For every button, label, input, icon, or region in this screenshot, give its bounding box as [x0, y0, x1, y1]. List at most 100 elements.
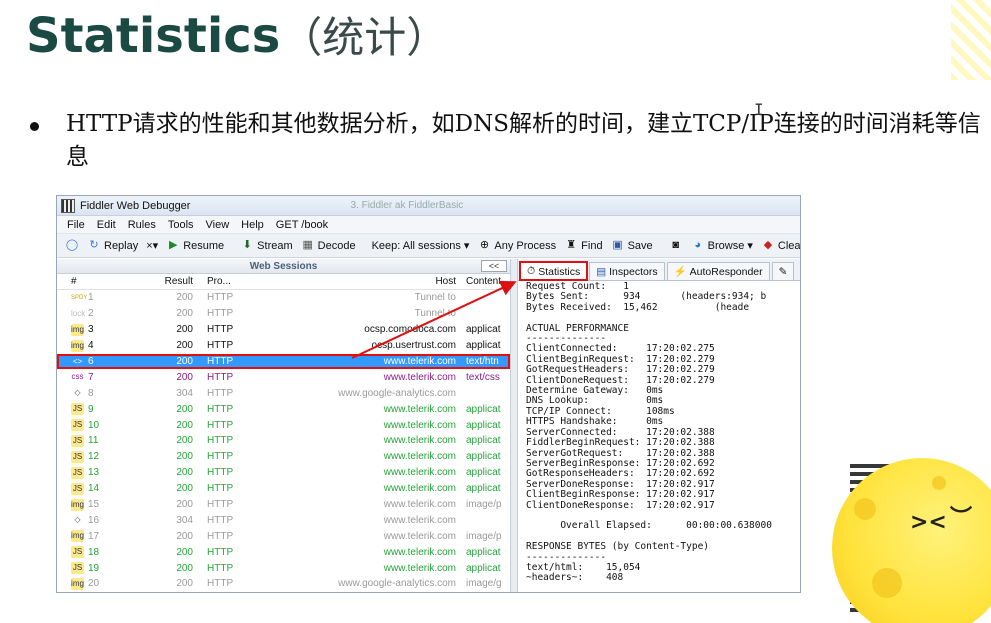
comment-icon: ◯ [65, 239, 79, 251]
menu-rules[interactable]: Rules [128, 219, 156, 231]
pane-splitter[interactable] [510, 259, 518, 592]
tab-autoresponder[interactable]: ⚡ AutoResponder [666, 262, 770, 280]
session-row[interactable]: ◇ 8 304 HTTP www.google-analytics.com [57, 385, 510, 401]
collapse-button[interactable]: << [481, 260, 507, 272]
session-num: 2 [88, 308, 94, 320]
tab-statistics-label: Statistics [538, 265, 581, 278]
composer-icon: ✎ [778, 265, 788, 278]
remove-button[interactable]: ×▾ [146, 239, 158, 252]
replay-label: Replay [104, 239, 139, 252]
session-row[interactable]: SPDY 1 200 HTTP Tunnel to [57, 290, 510, 306]
session-row[interactable]: img 4 200 HTTP ocsp.usertrust.com applicat [57, 338, 510, 354]
session-num-cell: ◇ 16 [57, 514, 149, 526]
session-row[interactable]: img 17 200 HTTP www.telerik.com image/p [57, 528, 510, 544]
details-pane: ⏱ Statistics ▤ Inspectors ⚡ AutoResponder ✎… [518, 259, 800, 592]
col-content-type[interactable]: Content [462, 276, 510, 287]
session-row[interactable]: ◇ 16 304 HTTP www.telerik.com [57, 512, 510, 528]
session-host: Tunnel to [414, 292, 456, 304]
session-num: 4 [88, 340, 94, 352]
col-result[interactable]: Result [149, 276, 199, 287]
session-protocol: HTTP [207, 324, 234, 336]
session-row[interactable]: lock 2 200 HTTP Tunnel to [57, 306, 510, 322]
session-row[interactable]: css 7 200 HTTP www.telerik.com text/css [57, 369, 510, 385]
session-row[interactable]: img 20 200 HTTP www.google-analytics.com imag… [57, 576, 510, 592]
session-result: 304 [176, 387, 193, 399]
details-tabs: ⏱ Statistics ▤ Inspectors ⚡ AutoResponder ✎ [518, 259, 800, 281]
session-row[interactable]: JS 14 200 HTTP www.telerik.com applicat [57, 481, 510, 497]
replay-icon: ↻ [89, 239, 99, 251]
tab-statistics[interactable]: ⏱ Statistics [518, 261, 589, 281]
session-result: 200 [176, 356, 193, 367]
session-type-icon: lock [71, 308, 86, 318]
session-type-icon: JS [71, 546, 84, 559]
session-protocol: HTTP [207, 308, 234, 320]
session-result: 200 [176, 435, 193, 447]
find-button[interactable]: ♜ Find [564, 239, 602, 252]
replay-button[interactable]: ↻ Replay [87, 239, 138, 252]
moon-crater [932, 476, 946, 490]
decode-button[interactable]: ▦ Decode [301, 239, 355, 252]
session-num: 12 [88, 451, 100, 463]
session-row[interactable]: JS 11 200 HTTP www.telerik.com applicat [57, 433, 510, 449]
session-content-type: image/g [466, 578, 502, 590]
tab-autoresponder-label: AutoResponder [689, 265, 763, 278]
menu-tools[interactable]: Tools [168, 219, 194, 231]
session-row[interactable]: JS 9 200 HTTP www.telerik.com applicat [57, 401, 510, 417]
session-result: 200 [176, 340, 193, 352]
fiddler-window: Fiddler Web Debugger 3. Fiddler ak Fiddl… [56, 195, 801, 593]
window-titlebar[interactable]: Fiddler Web Debugger 3. Fiddler ak Fiddl… [57, 196, 800, 216]
session-row[interactable]: JS 13 200 HTTP www.telerik.com applicat [57, 465, 510, 481]
session-protocol: HTTP [207, 403, 234, 415]
comment-button[interactable]: ◯ [65, 239, 79, 252]
session-num: 15 [88, 499, 100, 511]
session-host: www.telerik.com [383, 371, 456, 383]
session-result: 200 [176, 578, 193, 590]
session-row[interactable]: <> 6 200 HTTP www.telerik.com text/htn [57, 353, 510, 370]
session-protocol: HTTP [207, 292, 234, 304]
moon-crater [854, 498, 876, 520]
col-num[interactable]: # [57, 276, 149, 287]
session-num-cell: lock 2 [57, 308, 149, 320]
session-host: www.telerik.com [383, 514, 456, 526]
browse-button[interactable]: ◕ Browse ▾ [691, 239, 753, 252]
session-row[interactable]: img 3 200 HTTP ocsp.comodoca.com applicat [57, 322, 510, 338]
ghost-title: 3. Fiddler ak FiddlerBasic [350, 200, 464, 211]
session-result: 304 [176, 514, 193, 526]
session-protocol: HTTP [207, 340, 234, 352]
clear-cache-button[interactable]: ◆ Clear [761, 239, 800, 252]
session-type-icon: JS [71, 403, 84, 416]
tab-inspectors[interactable]: ▤ Inspectors [589, 262, 665, 280]
menu-help[interactable]: Help [241, 219, 264, 231]
tab-composer[interactable]: ✎ [771, 262, 795, 280]
session-host: ocsp.usertrust.com [371, 340, 456, 352]
keep-sessions-dropdown[interactable]: Keep: All sessions ▾ [372, 239, 470, 252]
camera-button[interactable]: ◙ [669, 239, 683, 252]
remove-label: ×▾ [146, 240, 159, 252]
resume-button[interactable]: ▶ Resume [166, 239, 224, 252]
any-process-button[interactable]: ⊕ Any Process [477, 239, 556, 252]
session-row[interactable]: JS 12 200 HTTP www.telerik.com applicat [57, 449, 510, 465]
col-host[interactable]: Host [269, 276, 462, 287]
session-result: 200 [176, 419, 193, 431]
session-host: www.telerik.com [383, 356, 456, 367]
session-row[interactable]: JS 18 200 HTTP www.telerik.com applicat [57, 544, 510, 560]
session-row[interactable]: JS 19 200 HTTP www.telerik.com applicat [57, 560, 510, 576]
stream-icon: ⬇ [242, 239, 252, 251]
menu-edit[interactable]: Edit [97, 219, 116, 231]
save-button[interactable]: ▣ Save [611, 239, 652, 252]
menu-file[interactable]: File [67, 219, 85, 231]
session-result: 200 [176, 324, 193, 336]
stream-label: Stream [257, 239, 293, 252]
session-num-cell: img 17 [57, 530, 149, 543]
menu-view[interactable]: View [206, 219, 230, 231]
menu-get-book[interactable]: GET /book [276, 219, 328, 231]
col-protocol[interactable]: Pro... [199, 276, 269, 287]
stream-button[interactable]: ⬇ Stream [240, 239, 293, 252]
session-type-icon: JS [71, 466, 84, 479]
session-host: ocsp.comodoca.com [364, 324, 456, 336]
session-row[interactable]: JS 10 200 HTTP www.telerik.com applicat [57, 417, 510, 433]
session-content-type: image/p [466, 499, 502, 511]
session-host: www.telerik.com [383, 499, 456, 511]
session-result: 200 [176, 483, 193, 495]
session-row[interactable]: img 15 200 HTTP www.telerik.com image/p [57, 497, 510, 513]
